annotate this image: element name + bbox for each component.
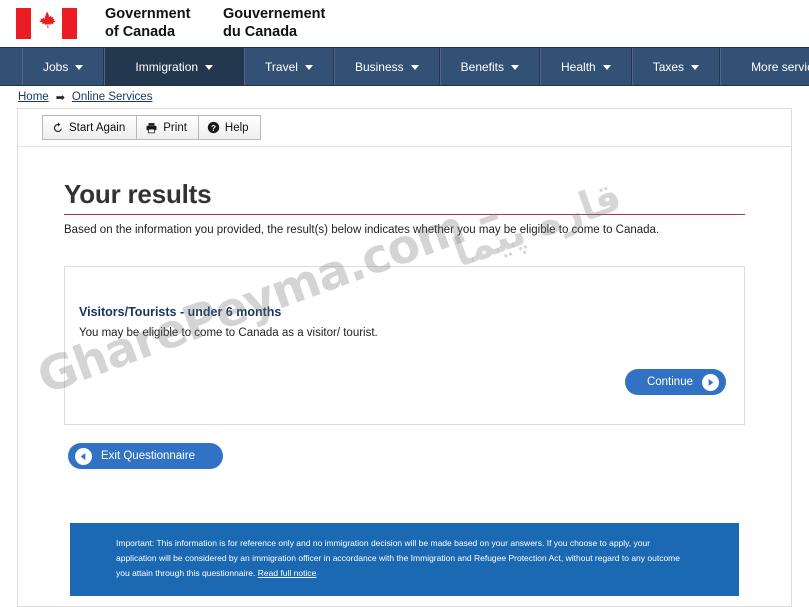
help-question-icon: ? [207, 121, 220, 134]
title-underline [64, 214, 745, 215]
printer-icon [145, 121, 158, 134]
continue-button-label: Continue [646, 376, 693, 388]
goc-wordmark: Government of Canada Gouvernement du Can… [105, 6, 325, 41]
chevron-down-icon [410, 65, 419, 70]
chevron-down-icon [75, 65, 84, 70]
brand-header: Government of Canada Gouvernement du Can… [0, 0, 809, 47]
arrow-right-icon: ➡ [55, 91, 65, 104]
flag-bar-left [16, 8, 31, 39]
main-navigation: Jobs Immigration Travel Business Benefit… [0, 47, 809, 86]
print-button[interactable]: Print [136, 115, 198, 140]
nav-item-health[interactable]: Health [540, 48, 632, 85]
results-intro-text: Based on the information you provided, t… [64, 224, 660, 236]
chevron-down-icon [205, 65, 214, 70]
nav-item-immigration[interactable]: Immigration [104, 48, 245, 85]
refresh-icon [51, 121, 64, 134]
breadcrumb-link-online-services[interactable]: Online Services [72, 91, 153, 103]
nav-item-label: More services [751, 59, 809, 74]
svg-text:?: ? [211, 124, 216, 133]
result-card-text: You may be eligible to come to Canada as… [79, 327, 378, 339]
help-label: Help [224, 121, 249, 134]
nav-item-label: Jobs [43, 59, 69, 74]
chevron-down-icon [602, 65, 611, 70]
continue-button[interactable]: Continue [624, 369, 726, 395]
flag-bar-right [62, 8, 77, 39]
chevron-down-icon [691, 65, 700, 70]
canada-flag-icon [16, 8, 77, 39]
nav-item-business[interactable]: Business [333, 48, 440, 85]
result-card-actions: Continue [79, 369, 726, 395]
questionnaire-toolbar: Start Again Print ? Help [18, 109, 791, 147]
arrow-left-circle-icon [75, 447, 92, 465]
page-title: Your results [64, 179, 212, 209]
arrow-right-circle-icon [702, 373, 719, 391]
content-panel: Start Again Print ? Help Your results Ba… [17, 108, 792, 607]
nav-item-label: Benefits [460, 59, 505, 74]
nav-item-label: Taxes [652, 59, 685, 74]
wordmark-en-line2: of Canada [105, 23, 176, 40]
wordmark-fr-line2: du Canada [223, 23, 298, 40]
exit-row: Exit Questionnaire [64, 443, 745, 469]
chevron-down-icon [304, 65, 313, 70]
nav-item-label: Health [561, 59, 596, 74]
result-card: Visitors/Tourists - under 6 months You m… [64, 266, 745, 425]
nav-item-label: Travel [265, 59, 298, 74]
print-label: Print [163, 121, 187, 134]
important-notice-text: Important: This information is for refer… [116, 538, 680, 578]
exit-questionnaire-label: Exit Questionnaire [101, 450, 195, 462]
breadcrumb-link-home[interactable]: Home [18, 91, 49, 103]
nav-item-label: Business [354, 59, 404, 74]
result-card-heading: Visitors/Tourists - under 6 months [79, 305, 282, 319]
breadcrumb: Home ➡ Online Services [0, 86, 809, 108]
start-again-button[interactable]: Start Again [42, 115, 137, 140]
page-wrapper: Start Again Print ? Help Your results Ba… [0, 108, 809, 607]
nav-item-more-services[interactable]: More services [720, 48, 809, 85]
chevron-down-icon [511, 65, 520, 70]
nav-item-jobs[interactable]: Jobs [22, 48, 105, 85]
important-notice-banner: Important: This information is for refer… [70, 523, 739, 596]
start-again-label: Start Again [69, 121, 126, 134]
exit-questionnaire-button[interactable]: Exit Questionnaire [68, 443, 223, 469]
nav-item-taxes[interactable]: Taxes [631, 48, 721, 85]
nav-item-benefits[interactable]: Benefits [439, 48, 541, 85]
nav-item-label: Immigration [135, 59, 199, 74]
wordmark-en-line1: Government [105, 5, 191, 22]
nav-left-spacer [0, 48, 22, 85]
wordmark-fr-line1: Gouvernement [223, 5, 326, 22]
help-button[interactable]: ? Help [197, 115, 261, 140]
read-full-notice-link[interactable]: Read full notice [258, 568, 317, 578]
results-content: Your results Based on the information yo… [18, 147, 791, 606]
maple-leaf-icon [34, 9, 60, 39]
nav-item-travel[interactable]: Travel [244, 48, 334, 85]
